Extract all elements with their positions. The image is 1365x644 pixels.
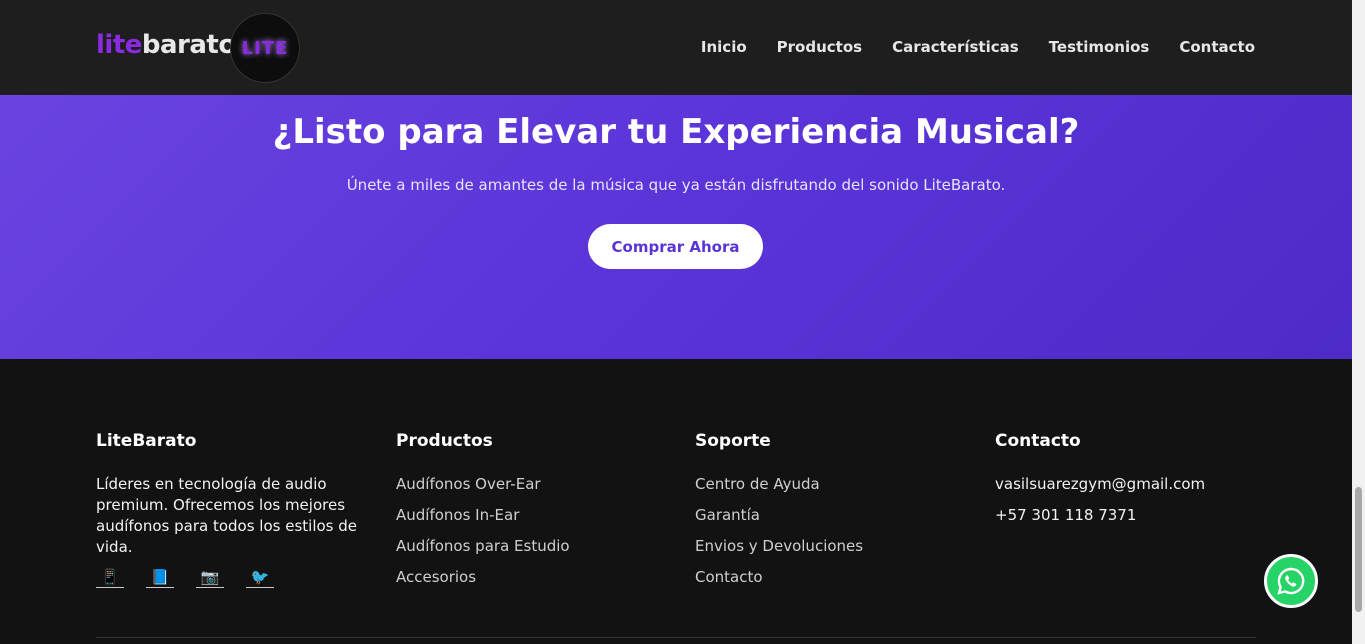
footer-link-accessories[interactable]: Accesorios (396, 567, 666, 598)
contact-phone[interactable]: +57 301 118 7371 (995, 505, 1265, 536)
logo-lite: lite (96, 30, 142, 60)
phone-icon[interactable]: 📱 (96, 568, 124, 588)
footer-products-column: Productos Audífonos Over-Ear Audífonos I… (396, 431, 666, 598)
nav-productos[interactable]: Productos (777, 38, 862, 56)
whatsapp-button[interactable] (1264, 554, 1318, 608)
logo-text[interactable]: litebarato (96, 30, 236, 60)
footer-link-help-center[interactable]: Centro de Ayuda (695, 474, 965, 505)
book-icon[interactable]: 📘 (146, 568, 174, 588)
footer-brand-column: LiteBarato Líderes en tecnología de audi… (96, 431, 366, 588)
footer-divider (96, 637, 1256, 638)
whatsapp-icon (1277, 567, 1305, 595)
footer-link-over-ear[interactable]: Audífonos Over-Ear (396, 474, 666, 505)
bird-icon[interactable]: 🐦 (246, 568, 274, 588)
cta-title: ¿Listo para Elevar tu Experiencia Musica… (272, 112, 1080, 152)
footer-link-shipping-returns[interactable]: Envios y Devoluciones (695, 536, 965, 567)
footer-support-column: Soporte Centro de Ayuda Garantía Envios … (695, 431, 965, 598)
nav-inicio[interactable]: Inicio (701, 38, 747, 56)
social-links: 📱 📘 📷 🐦 (96, 568, 366, 588)
footer-link-contact[interactable]: Contacto (695, 567, 965, 598)
footer-products-title: Productos (396, 431, 493, 451)
cta-section: ¿Listo para Elevar tu Experiencia Musica… (0, 95, 1352, 359)
logo-badge-text: LITE (241, 37, 289, 59)
page-scrollbar[interactable] (1352, 0, 1365, 644)
main-nav: Inicio Productos Características Testimo… (701, 38, 1255, 56)
footer-contact-title: Contacto (995, 431, 1081, 451)
cta-subtitle: Únete a miles de amantes de la música qu… (346, 176, 1006, 194)
buy-now-button[interactable]: Comprar Ahora (588, 224, 763, 269)
footer-brand-title: LiteBarato (96, 431, 197, 451)
footer-link-in-ear[interactable]: Audífonos In-Ear (396, 505, 666, 536)
footer-contact-column: Contacto vasilsuarezgym@gmail.com +57 30… (995, 431, 1265, 536)
footer-support-title: Soporte (695, 431, 771, 451)
site-footer: LiteBarato Líderes en tecnología de audi… (0, 359, 1352, 644)
nav-caracteristicas[interactable]: Características (892, 38, 1019, 56)
logo-badge[interactable]: LITE (230, 13, 300, 83)
logo-barato: barato (141, 30, 236, 60)
footer-link-studio[interactable]: Audífonos para Estudio (396, 536, 666, 567)
scrollbar-thumb[interactable] (1355, 487, 1362, 612)
nav-testimonios[interactable]: Testimonios (1049, 38, 1150, 56)
camera-icon[interactable]: 📷 (196, 568, 224, 588)
footer-brand-description: Líderes en tecnología de audio premium. … (96, 475, 357, 556)
site-header: litebarato LITE Inicio Productos Caracte… (0, 0, 1352, 95)
nav-contacto[interactable]: Contacto (1179, 38, 1255, 56)
contact-email[interactable]: vasilsuarezgym@gmail.com (995, 474, 1265, 505)
footer-link-warranty[interactable]: Garantía (695, 505, 965, 536)
